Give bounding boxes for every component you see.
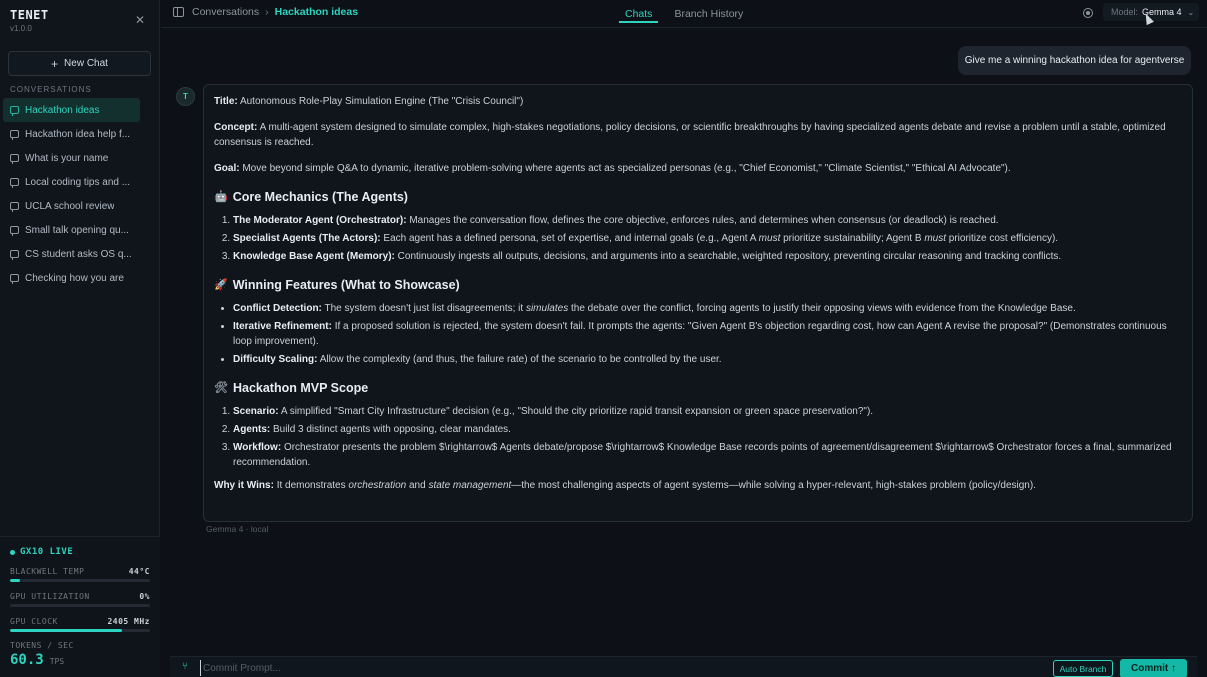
breadcrumb: Conversations › Hackathon ideas: [192, 6, 358, 18]
tokens-label: TOKENS / SEC: [10, 641, 74, 650]
stat-clock-value: 2405 MHz: [107, 617, 150, 626]
tab-chats[interactable]: Chats: [618, 0, 659, 28]
heading-winning-features: 🚀 Winning Features (What to Showcase): [214, 278, 460, 292]
conversation-label: Hackathon ideas: [25, 104, 100, 116]
new-chat-label: New Chat: [64, 58, 108, 69]
conversation-label: What is your name: [25, 152, 109, 164]
model-label: Model:: [1111, 7, 1139, 17]
stat-clock-bar: [10, 629, 150, 632]
list-item: Workflow: Orchestrator presents the prob…: [233, 440, 1182, 470]
conversation-item-hackathon-ideas[interactable]: Hackathon ideas: [3, 98, 140, 122]
tokens-unit: TPS: [49, 657, 65, 666]
tokens-value: 60.3: [10, 652, 44, 668]
commit-prompt-input[interactable]: [200, 660, 1020, 676]
live-status: GX10 LIVE: [10, 547, 150, 557]
chat-bubble-icon: [10, 130, 19, 140]
breadcrumb-current: Hackathon ideas: [274, 6, 359, 18]
answer-title: Title: Autonomous Role-Play Simulation E…: [214, 96, 524, 107]
live-dot-icon: [10, 549, 15, 555]
tools-icon: 🛠: [214, 382, 228, 394]
view-tabs: Chats Branch History: [618, 0, 747, 28]
conversation-label: UCLA school review: [25, 200, 115, 212]
stat-clock: GPU CLOCK 2405 MHz: [10, 617, 150, 632]
heading-core-mechanics: 🤖 Core Mechanics (The Agents): [214, 190, 408, 204]
stat-temp-label: BLACKWELL TEMP: [10, 567, 85, 576]
assistant-avatar: T: [176, 87, 195, 106]
conversation-label: Small talk opening qu...: [25, 224, 129, 236]
auto-branch-button[interactable]: Auto Branch: [1053, 660, 1113, 677]
chat-bubble-icon: [10, 250, 19, 260]
list-item: Agents: Build 3 distinct agents with opp…: [233, 422, 1182, 437]
assistant-message: Title: Autonomous Role-Play Simulation E…: [203, 84, 1193, 522]
stat-util-label: GPU UTILIZATION: [10, 592, 90, 601]
breadcrumb-conversations[interactable]: Conversations: [192, 6, 259, 18]
chat-bubble-icon: [10, 226, 19, 236]
chat-bubble-icon: [10, 178, 19, 188]
git-branch-icon: ⑂: [182, 661, 188, 672]
robot-icon: 🤖: [214, 191, 228, 203]
live-label: GX10 LIVE: [20, 547, 74, 557]
brand: TENET v1.0.0: [10, 8, 49, 33]
composer: ⑂ Auto Branch Commit ↑: [170, 656, 1197, 677]
stat-clock-label: GPU CLOCK: [10, 617, 58, 626]
answer-goal: Goal: Move beyond simple Q&A to dynamic,…: [214, 163, 1011, 174]
close-icon[interactable]: ✕: [134, 14, 146, 26]
commit-button[interactable]: Commit ↑: [1120, 659, 1187, 677]
list-item: Scenario: A simplified "Smart City Infra…: [233, 404, 1182, 419]
new-chat-button[interactable]: + New Chat: [8, 51, 151, 76]
conversation-item-small-talk[interactable]: Small talk opening qu...: [3, 218, 140, 242]
list-item: Conflict Detection: The system doesn't j…: [233, 301, 1182, 316]
chevron-down-icon: ⌄: [1187, 7, 1195, 17]
stat-clock-fill: [10, 629, 122, 632]
chat-bubble-icon: [10, 154, 19, 164]
app-version: v1.0.0: [10, 24, 32, 33]
conversation-item-ucla-school-review[interactable]: UCLA school review: [3, 194, 140, 218]
rocket-icon: 🚀: [214, 279, 228, 291]
list-item: Iterative Refinement: If a proposed solu…: [233, 319, 1182, 349]
list-item: Knowledge Base Agent (Memory): Continuou…: [233, 249, 1182, 264]
chat-bubble-icon: [10, 106, 19, 116]
list-item: The Moderator Agent (Orchestrator): Mana…: [233, 213, 1182, 228]
tokens-readout: 60.3 TPS: [10, 652, 150, 668]
mvp-list: Scenario: A simplified "Smart City Infra…: [214, 404, 1182, 470]
conversation-item-hackathon-idea-help[interactable]: Hackathon idea help f...: [3, 122, 140, 146]
conversation-item-cs-student-os[interactable]: CS student asks OS q...: [3, 242, 140, 266]
message-meta: Gemma 4 · local: [206, 524, 269, 534]
sidebar: TENET v1.0.0 ✕ + New Chat CONVERSATIONS …: [0, 0, 160, 677]
user-message: Give me a winning hackathon idea for age…: [958, 46, 1191, 75]
theme-toggle-icon[interactable]: [1083, 8, 1093, 18]
stat-temp-bar: [10, 579, 150, 582]
heading-mvp-scope: 🛠 Hackathon MVP Scope: [214, 381, 369, 395]
answer-why-it-wins: Why it Wins: It demonstrates orchestrati…: [214, 480, 1036, 491]
conversation-label: Checking how you are: [25, 272, 124, 284]
conversation-item-what-is-your-name[interactable]: What is your name: [3, 146, 140, 170]
stat-temp-value: 44°C: [128, 567, 150, 576]
breadcrumb-separator: ›: [265, 6, 269, 18]
conversation-list: Hackathon ideas Hackathon idea help f...…: [0, 98, 160, 290]
tab-branch-history[interactable]: Branch History: [670, 0, 747, 28]
conversations-section-label: CONVERSATIONS: [10, 85, 92, 94]
mechanics-list: The Moderator Agent (Orchestrator): Mana…: [214, 213, 1182, 264]
conversation-label: Local coding tips and ...: [25, 176, 131, 188]
app-title: TENET: [10, 8, 49, 22]
stat-temp: BLACKWELL TEMP 44°C: [10, 567, 150, 582]
conversation-item-checking-how-you-are[interactable]: Checking how you are: [3, 266, 140, 290]
stat-util-value: 0%: [139, 592, 150, 601]
list-item: Difficulty Scaling: Allow the complexity…: [233, 352, 1182, 367]
gpu-stats-panel: GX10 LIVE BLACKWELL TEMP 44°C GPU UTILIZA…: [0, 536, 160, 677]
answer-concept: Concept: A multi-agent system designed t…: [214, 122, 1166, 148]
stat-util-bar: [10, 604, 150, 607]
conversation-label: Hackathon idea help f...: [25, 128, 131, 140]
chat-bubble-icon: [10, 274, 19, 284]
chat-bubble-icon: [10, 202, 19, 212]
plus-icon: +: [51, 56, 59, 71]
conversation-label: CS student asks OS q...: [25, 248, 132, 260]
top-bar: Conversations › Hackathon ideas Chats Br…: [161, 0, 1207, 28]
list-item: Specialist Agents (The Actors): Each age…: [233, 231, 1182, 246]
stat-util: GPU UTILIZATION 0%: [10, 592, 150, 607]
features-list: Conflict Detection: The system doesn't j…: [214, 301, 1182, 367]
conversation-item-local-coding-tips[interactable]: Local coding tips and ...: [3, 170, 140, 194]
sidebar-toggle-icon[interactable]: [173, 7, 184, 17]
stat-temp-fill: [10, 579, 20, 582]
